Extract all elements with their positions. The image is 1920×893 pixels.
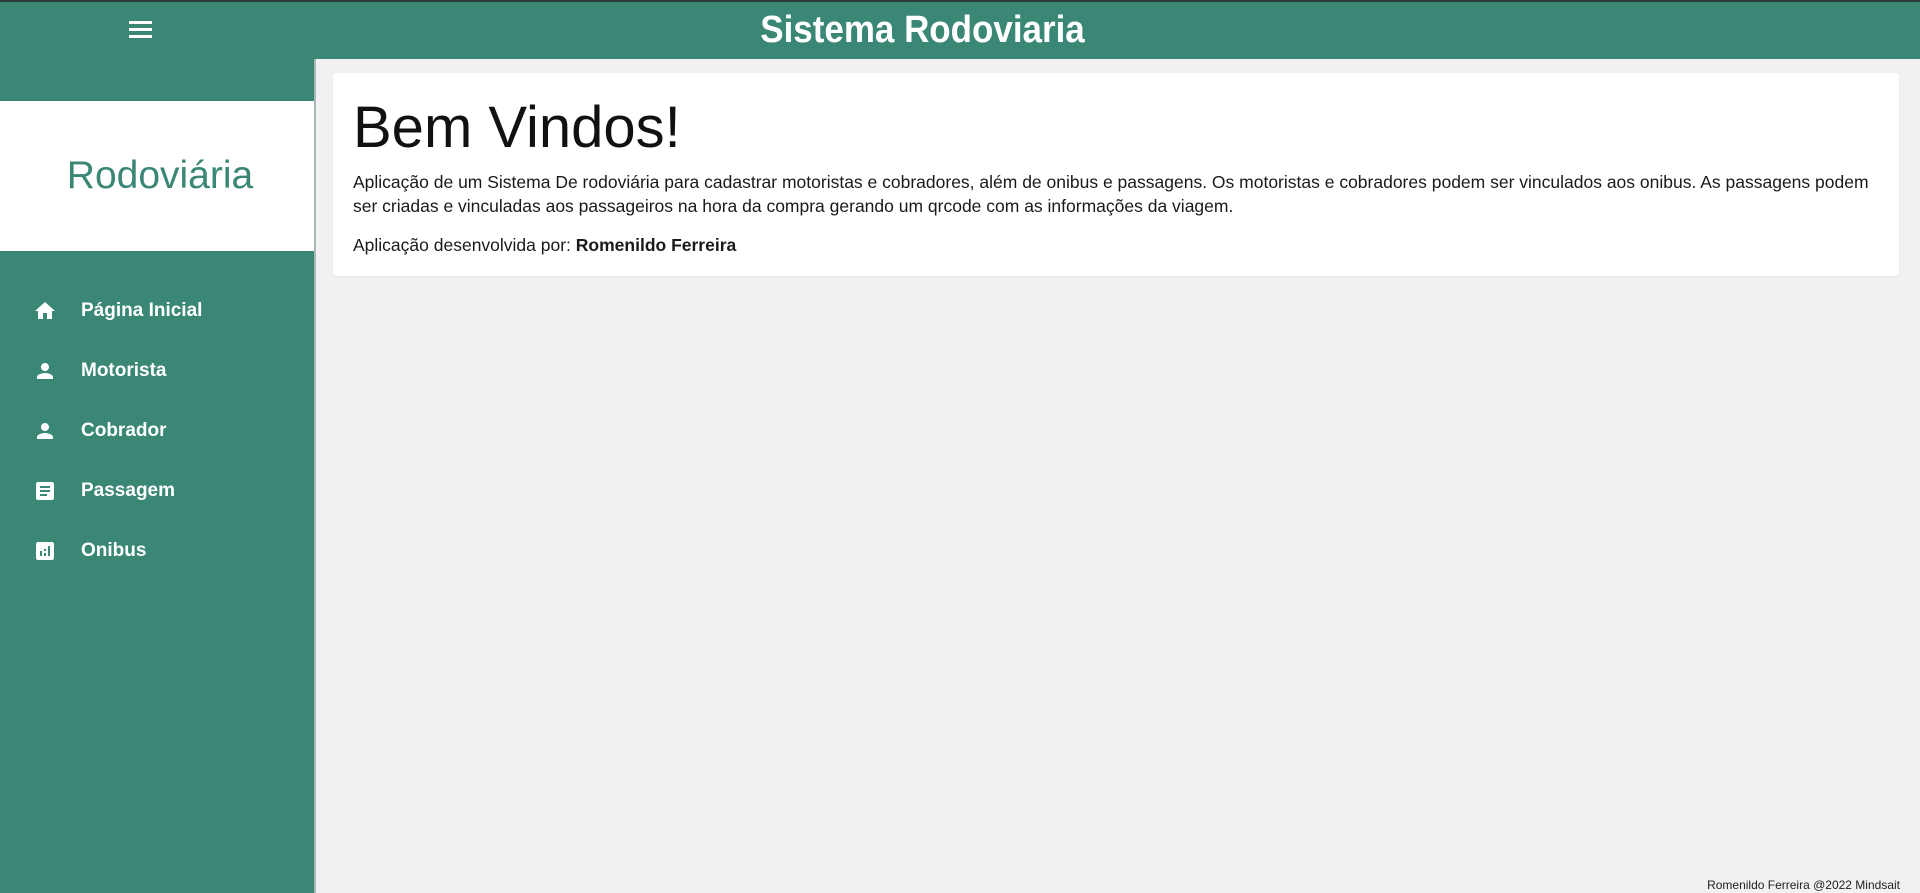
top-app-bar: Sistema Rodoviaria <box>0 0 1920 59</box>
page-title: Bem Vindos! <box>353 95 681 160</box>
person-icon <box>32 418 58 444</box>
sidebar-item-label: Passagem <box>81 480 176 501</box>
app-title: Sistema Rodoviaria <box>760 9 1085 51</box>
brand-box: Rodoviária <box>0 101 314 251</box>
sidebar-item-label: Cobrador <box>81 420 167 441</box>
home-icon <box>32 298 58 324</box>
footer-text: Romenildo Ferreira @2022 Mindsait <box>1707 878 1900 892</box>
person-icon <box>32 358 58 384</box>
sidebar-item-label: Onibus <box>81 540 147 561</box>
welcome-card: Bem Vindos! Aplicação de um Sistema De r… <box>333 73 1899 276</box>
app-description: Aplicação de um Sistema De rodoviária pa… <box>353 172 1869 216</box>
sidebar-item-passagem[interactable]: Passagem <box>0 461 314 521</box>
brand-label: Rodoviária <box>66 154 254 197</box>
credit-prefix: Aplicação desenvolvida por: <box>353 235 571 255</box>
sidebar-divider <box>314 59 316 893</box>
sidebar: Rodoviária Página Inicial Motorista Cobr… <box>0 59 314 893</box>
sidebar-item-motorista[interactable]: Motorista <box>0 341 314 401</box>
analytics-icon <box>32 538 58 564</box>
sidebar-item-pagina-inicial[interactable]: Página Inicial <box>0 281 314 341</box>
sidebar-item-label: Página Inicial <box>81 300 203 321</box>
sidebar-item-onibus[interactable]: Onibus <box>0 521 314 581</box>
sidebar-item-label: Motorista <box>81 360 167 381</box>
sidebar-nav: Página Inicial Motorista Cobrador Passag… <box>0 281 314 581</box>
credit-author: Romenildo Ferreira <box>575 235 737 255</box>
sidebar-item-cobrador[interactable]: Cobrador <box>0 401 314 461</box>
credit-line: Aplicação desenvolvida por: Romenildo Fe… <box>353 233 736 257</box>
receipt-icon <box>32 478 58 504</box>
